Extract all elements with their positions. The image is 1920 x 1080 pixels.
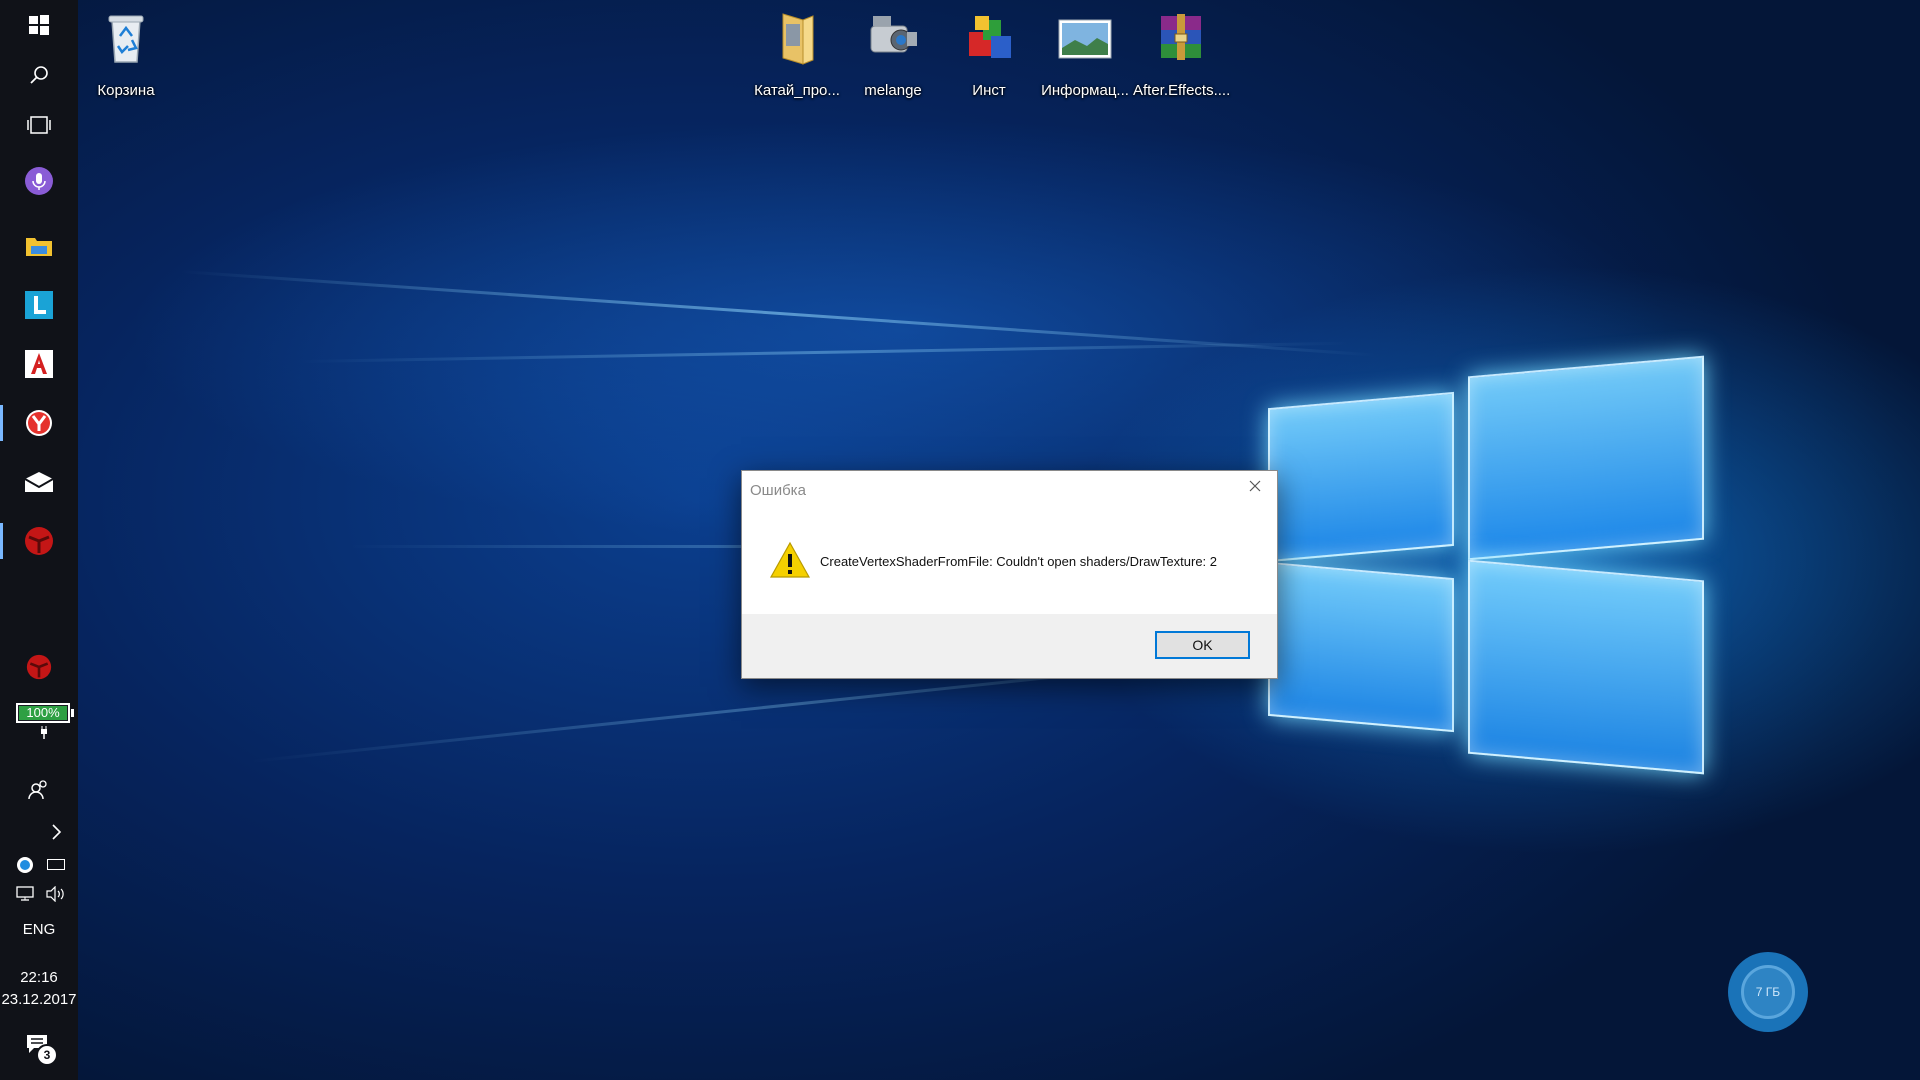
task-view-icon	[27, 116, 51, 134]
desktop-icon-after-effects[interactable]: After.Effects....	[1133, 10, 1231, 99]
video-camera-icon	[865, 10, 921, 66]
mail-icon	[24, 472, 54, 492]
autocad-button[interactable]	[0, 340, 78, 388]
desktop-icon-info[interactable]: Информац...	[1037, 10, 1133, 99]
desktop-icon-recycle-bin[interactable]: Корзина	[78, 10, 174, 99]
tray-circle-icon[interactable]	[17, 857, 33, 873]
storage-widget[interactable]: 7 ГБ	[1728, 952, 1808, 1032]
mail-button[interactable]	[0, 458, 78, 506]
folder-icon	[769, 10, 825, 66]
battery-percent: 100%	[26, 705, 60, 720]
ok-button[interactable]: OK	[1155, 631, 1250, 659]
desktop-icon-label: Катай_про...	[754, 82, 840, 99]
desktop-icon-folder[interactable]: Катай_про...	[749, 10, 845, 99]
notification-count-badge: 3	[36, 1044, 58, 1066]
dialog-message: CreateVertexShaderFromFile: Couldn't ope…	[820, 554, 1218, 569]
logo-pane	[1268, 561, 1454, 733]
dialog-close-button[interactable]	[1233, 471, 1277, 501]
clock-date[interactable]: 23.12.2017	[0, 991, 78, 1008]
winrar-archive-icon	[1153, 10, 1209, 66]
l-app-button[interactable]	[0, 281, 78, 329]
file-explorer-icon	[26, 238, 52, 256]
desktop-icon-label: Информац...	[1041, 82, 1129, 99]
battery-tip	[71, 709, 74, 717]
desktop-icon-label: After.Effects....	[1133, 82, 1231, 99]
desktop-icon-melange[interactable]: melange	[845, 10, 941, 99]
chevron-right-icon	[52, 824, 62, 840]
recycle-bin-icon	[98, 10, 154, 66]
logo-pane	[1468, 355, 1704, 561]
tray-battery-small-icon[interactable]	[47, 859, 65, 870]
image-file-icon	[1057, 10, 1113, 66]
task-view-button[interactable]	[0, 101, 78, 149]
cortana-mic-icon	[25, 167, 53, 195]
cortana-button[interactable]	[0, 157, 78, 205]
charging-plug-icon	[40, 726, 47, 739]
red-app-icon	[26, 654, 52, 680]
tray-red-app[interactable]	[0, 643, 78, 691]
l-app-icon	[25, 291, 53, 319]
clock-time[interactable]: 22:16	[0, 969, 78, 986]
logo-pane	[1268, 391, 1454, 563]
yandex-browser-button[interactable]	[0, 399, 78, 447]
desktop-icon-label: Инст	[972, 82, 1006, 99]
show-hidden-icons-button[interactable]	[32, 808, 80, 856]
desktop-icon-inst[interactable]: Инст	[941, 10, 1037, 99]
search-icon	[30, 66, 48, 84]
error-dialog: Ошибка CreateVertexShaderFromFile: Could…	[741, 470, 1278, 679]
network-icon[interactable]	[16, 886, 38, 907]
red-app-button[interactable]	[0, 517, 78, 565]
autocad-icon	[25, 350, 53, 378]
taskbar: 100% ENG 22:16 23.12.2017 3	[0, 0, 78, 1080]
app-cubes-icon	[961, 10, 1017, 66]
logo-pane	[1468, 559, 1704, 775]
start-button[interactable]	[0, 1, 78, 49]
red-app-icon	[25, 527, 53, 555]
yandex-browser-icon	[26, 410, 52, 436]
people-button[interactable]	[0, 766, 78, 814]
windows-logo-wallpaper	[1262, 346, 1712, 786]
input-language[interactable]: ENG	[0, 921, 78, 938]
desktop-icon-label: Корзина	[97, 82, 155, 99]
dialog-title: Ошибка	[750, 482, 806, 499]
people-icon	[28, 780, 47, 800]
light-beam	[299, 341, 1350, 363]
dialog-footer: OK	[742, 614, 1277, 678]
volume-icon[interactable]	[45, 885, 67, 907]
battery-indicator[interactable]: 100%	[16, 703, 74, 723]
file-explorer-button[interactable]	[0, 222, 78, 270]
windows-start-icon	[29, 15, 49, 35]
search-button[interactable]	[0, 51, 78, 99]
desktop-icon-label: melange	[864, 82, 922, 99]
warning-icon	[769, 541, 811, 578]
close-icon	[1249, 480, 1261, 492]
storage-label: 7 ГБ	[1741, 965, 1795, 1019]
action-center-button[interactable]: 3	[26, 1034, 58, 1066]
